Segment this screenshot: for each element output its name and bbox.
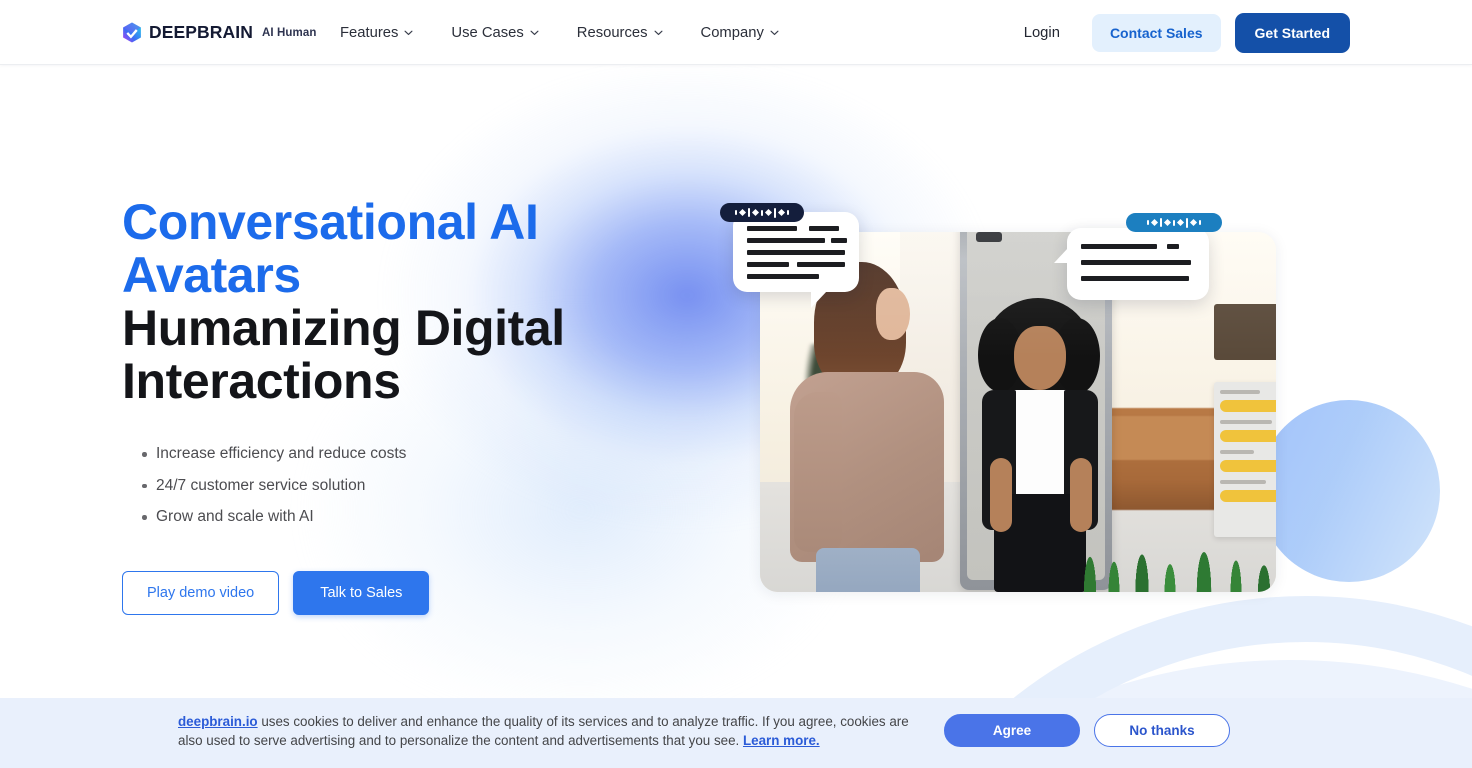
hero-title-line-1: Conversational AI Avatars bbox=[122, 194, 539, 303]
talk-to-sales-button[interactable]: Talk to Sales bbox=[293, 570, 430, 615]
brand-product-name: AI Human bbox=[261, 26, 317, 39]
brand-name: DEEPBRAIN bbox=[149, 22, 253, 42]
chevron-down-icon bbox=[654, 30, 663, 36]
nav-label: Features bbox=[340, 24, 399, 41]
site-header: DEEPBRAIN AI Human Features Use Cases Re… bbox=[0, 0, 1472, 65]
hero-cta-group: Play demo video Talk to Sales bbox=[122, 570, 722, 615]
header-actions: Login Contact Sales Get Started bbox=[1024, 0, 1350, 65]
login-link[interactable]: Login bbox=[1024, 25, 1060, 41]
deepbrain-cube-icon bbox=[122, 22, 142, 43]
chevron-down-icon bbox=[770, 30, 779, 36]
primary-navigation: Features Use Cases Resources Company bbox=[340, 0, 779, 65]
voice-waveform-icon bbox=[720, 203, 804, 222]
chevron-down-icon bbox=[530, 30, 539, 36]
nav-item-features[interactable]: Features bbox=[340, 25, 413, 41]
brand-logo[interactable]: DEEPBRAIN AI Human bbox=[122, 22, 316, 43]
get-started-button[interactable]: Get Started bbox=[1234, 12, 1350, 53]
list-item: 24/7 customer service solution bbox=[122, 470, 722, 502]
deepbrain-site-link[interactable]: deepbrain.io bbox=[178, 714, 258, 729]
landing-page: DEEPBRAIN AI Human Features Use Cases Re… bbox=[0, 0, 1472, 768]
list-item: Grow and scale with AI bbox=[122, 501, 722, 533]
nav-item-company[interactable]: Company bbox=[701, 25, 779, 41]
nav-item-use-cases[interactable]: Use Cases bbox=[451, 24, 539, 41]
hero-title-line-3: Interactions bbox=[122, 353, 401, 409]
contact-sales-button[interactable]: Contact Sales bbox=[1091, 13, 1221, 52]
learn-more-link[interactable]: Learn more. bbox=[743, 733, 820, 748]
hero-benefits-list: Increase efficiency and reduce costs 24/… bbox=[122, 438, 722, 533]
chat-bubble-user bbox=[733, 212, 859, 308]
decorative-circle-gradient bbox=[1258, 400, 1440, 582]
cookie-actions: Agree No thanks bbox=[944, 714, 1230, 747]
page-title: Conversational AI Avatars Humanizing Dig… bbox=[122, 196, 722, 408]
chat-bubble-avatar bbox=[1054, 228, 1209, 300]
nav-label: Resources bbox=[576, 24, 648, 41]
nav-label: Company bbox=[700, 24, 764, 41]
hero-text-block: Conversational AI Avatars Humanizing Dig… bbox=[122, 196, 722, 615]
voice-waveform-icon bbox=[1126, 213, 1222, 232]
cookie-decline-button[interactable]: No thanks bbox=[1094, 714, 1230, 747]
nav-label: Use Cases bbox=[451, 24, 524, 41]
list-item: Increase efficiency and reduce costs bbox=[122, 438, 722, 470]
chevron-down-icon bbox=[404, 30, 413, 36]
cookie-consent-text: deepbrain.io uses cookies to deliver and… bbox=[178, 713, 924, 750]
nav-item-resources[interactable]: Resources bbox=[577, 25, 663, 41]
hero-title-line-2: Humanizing Digital bbox=[122, 300, 565, 356]
cookie-consent-banner: deepbrain.io uses cookies to deliver and… bbox=[0, 698, 1472, 768]
play-demo-video-button[interactable]: Play demo video bbox=[122, 570, 280, 615]
cookie-agree-button[interactable]: Agree bbox=[944, 714, 1080, 747]
